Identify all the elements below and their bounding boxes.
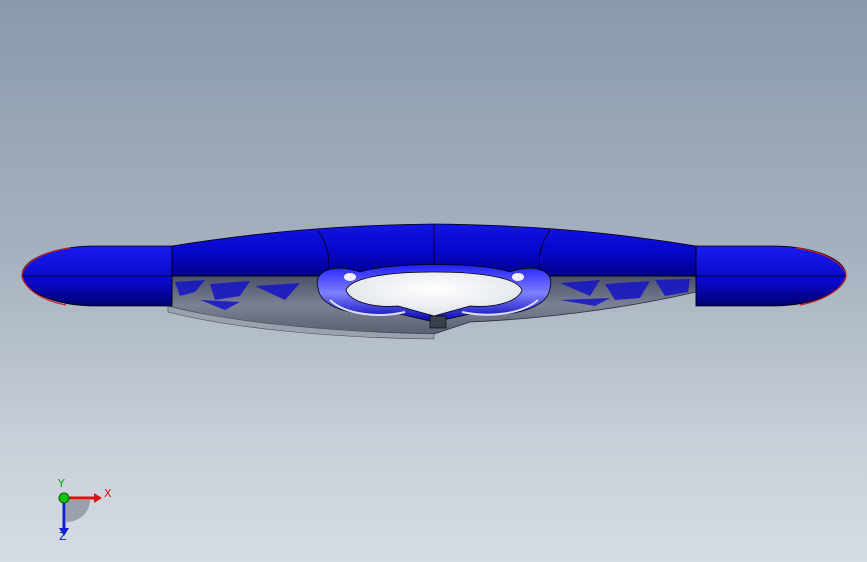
center-notch [429,315,447,329]
x-axis-arrowhead [94,493,102,503]
x-axis-label: X [104,487,112,500]
triad-graphic [58,492,102,536]
y-axis-dot [58,492,70,504]
z-axis-label: Z [59,530,67,543]
graphics-viewport[interactable]: X Y Z [0,0,867,562]
coordinate-triad: X Y Z [44,478,124,548]
triad-shadow [66,500,90,522]
y-axis-label: Y [58,477,65,490]
rim-specular-left [344,273,356,281]
rim-specular-right [512,273,524,281]
model-view[interactable] [0,0,867,562]
